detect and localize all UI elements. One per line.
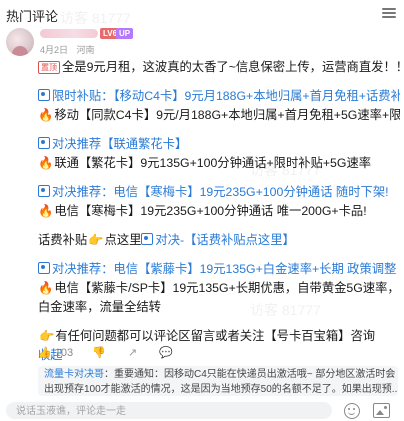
comment-text: 联通【繁花卡】9元135G+100分钟通话+限时补贴+5G速率 [54, 156, 372, 170]
comment-line: 话费补贴👉点这里 对决-【话费补贴点这里】 [38, 231, 400, 250]
section-title: 热门评论 [6, 9, 59, 24]
menu-icon[interactable] [382, 8, 396, 18]
comment-date: 4月2日 [40, 45, 69, 55]
comment-line: 🔥联通【繁花卡】9元135G+100分钟通话+限时补贴+5G速率 [38, 154, 400, 173]
comment-link-text[interactable]: 对决推荐【联通繁花卡】 [52, 137, 187, 151]
reply-text: ：重要通知：因移动C4只能在快递员出激活哦~ 部分地区激活时会 [104, 369, 396, 380]
comment-text: 点这里 [104, 233, 142, 247]
avatar[interactable] [6, 28, 34, 56]
fire-icon: 🔥 [38, 204, 54, 218]
comment-header: 热门评论 [6, 6, 398, 24]
fire-icon: 🔥 [38, 281, 54, 295]
link-tag-icon [38, 137, 50, 149]
share-icon: ↗ [127, 347, 138, 359]
comment-link-text[interactable]: 对决-【话费补贴点这里】 [141, 233, 295, 247]
comment-text: 移动【同款C4卡】9元/月188G+本地归属+首月免租+5G速率+限时上架! [54, 108, 400, 122]
dislike-button[interactable]: 👎 [92, 346, 109, 359]
link-tag-icon [141, 233, 154, 245]
comment-location: 河南 [76, 45, 95, 55]
like-button[interactable]: 👍 103 [38, 346, 73, 359]
comment-text: 白金速率，流量全结转 [38, 300, 161, 314]
link-tag-icon [38, 89, 50, 101]
comment-line: 👉有任何问题都可以评论区留言或者关注【号卡百宝箱】咨询 [38, 327, 400, 346]
comment-link-text[interactable]: 对决推荐：电信【寒梅卡】19元235G+100分钟通话 随时下架! [52, 185, 389, 199]
fire-icon: 🔥 [38, 108, 54, 122]
reply-input[interactable] [6, 403, 352, 420]
reply-bar [0, 400, 404, 421]
comment-icon: 💬 [159, 347, 173, 359]
comment-text: 有任何问题都可以评论区留言或者关注【号卡百宝箱】咨询 [55, 329, 376, 343]
comment-line: 白金速率，流量全结转 [38, 298, 400, 317]
reply-line: 流量卡对决哥：重要通知：因移动C4只能在快递员出激活哦~ 部分地区激活时会 [38, 366, 398, 381]
image-icon[interactable] [373, 403, 390, 418]
comment-line: 🔥电信【紫藤卡/SP卡】19元135G+长期优惠，自带黄金5G速率，可升级千兆 [38, 279, 400, 298]
comment-actions: 👍 103 👎 ↗ 💬 [38, 346, 192, 362]
pinned-tag: 置顶 [38, 61, 60, 74]
comment-text: 电信【寒梅卡】19元235G+100分钟通话 唯一200G+卡品! [54, 204, 367, 218]
comment-link-line[interactable]: 对决推荐【联通繁花卡】 [38, 135, 400, 154]
reply-button[interactable]: 💬 [159, 346, 176, 359]
thumbs-up-icon: 👍 [38, 347, 52, 359]
like-count: 103 [54, 347, 74, 359]
reply-author-link[interactable]: 流量卡对决哥 [44, 369, 104, 380]
pointing-hand-icon: 👉 [39, 329, 55, 343]
comment-line: 置顶 全是9元月租，这波真的太香了~信息保密上传，运营商直发！！ [38, 58, 400, 77]
fire-icon: 🔥 [38, 156, 54, 170]
comment-body: 置顶 全是9元月租，这波真的太香了~信息保密上传，运营商直发！！ 限时补贴：【移动… [38, 58, 400, 365]
comment-line: 🔥电信【寒梅卡】19元235G+100分钟通话 唯一200G+卡品! [38, 202, 400, 221]
comment-text: 全是9元月租，这波真的太香了~信息保密上传，运营商直发！！ [62, 60, 400, 74]
reply-line: 出现预存100才能激活的情况，这是因为当地预存50的名额不足了。如果出现预... [44, 384, 398, 395]
comment-link-text[interactable]: 对决推荐：电信【紫藤卡】19元135G+白金速率+长期 政策调整 唯一白金 [52, 262, 400, 276]
pinned-reply[interactable]: 流量卡对决哥：重要通知：因移动C4只能在快递员出激活哦~ 部分地区激活时会 出现… [38, 366, 398, 396]
comment-text: 电信【紫藤卡/SP卡】19元135G+长期优惠，自带黄金5G速率，可升级千兆 [54, 281, 400, 295]
comment-link-line[interactable]: 对决推荐：电信【紫藤卡】19元135G+白金速率+长期 政策调整 唯一白金 [38, 260, 400, 279]
reply-input-wrap[interactable] [6, 402, 352, 420]
emoji-icon[interactable] [344, 403, 360, 419]
link-tag-icon [38, 185, 50, 197]
thumbs-down-icon: 👎 [92, 347, 106, 359]
pointing-hand-icon: 👉 [88, 233, 104, 247]
comment-meta: 4月2日 河南 [40, 43, 95, 56]
comment-link-line[interactable]: 限时补贴：【移动C4卡】9元月188G+本地归属+首月免租+话费补贴 [38, 87, 400, 106]
comment-link-line[interactable]: 对决推荐：电信【寒梅卡】19元235G+100分钟通话 随时下架! [38, 183, 400, 202]
comment-line: 🔥移动【同款C4卡】9元/月188G+本地归属+首月免租+5G速率+限时上架! [38, 106, 400, 125]
comment-link-text[interactable]: 限时补贴：【移动C4卡】9元月188G+本地归属+首月免租+话费补贴 [52, 89, 400, 103]
link-tag-icon [38, 262, 50, 274]
up-badge: UP [116, 28, 134, 39]
username-redacted[interactable] [40, 29, 98, 38]
share-button[interactable]: ↗ [128, 346, 140, 359]
comment-text: 话费补贴 [38, 233, 88, 247]
